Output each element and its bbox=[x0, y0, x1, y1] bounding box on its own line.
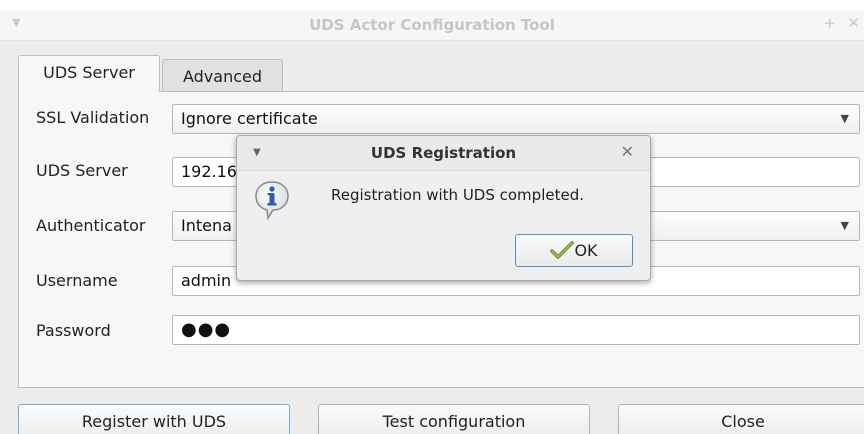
uds-server-label: UDS Server bbox=[36, 161, 128, 180]
password-label: Password bbox=[36, 321, 111, 340]
ssl-validation-label: SSL Validation bbox=[36, 108, 150, 127]
dialog-close-icon[interactable]: ✕ bbox=[621, 142, 634, 161]
close-button[interactable]: Close bbox=[618, 404, 864, 434]
test-configuration-button[interactable]: Test configuration bbox=[318, 404, 590, 434]
username-label: Username bbox=[36, 271, 118, 290]
ssl-validation-value: Ignore certificate bbox=[181, 109, 318, 128]
registration-dialog: ▼ UDS Registration ✕ Registration with U… bbox=[236, 135, 651, 281]
dialog-message: Registration with UDS completed. bbox=[331, 186, 584, 204]
dialog-title-bar: ▼ UDS Registration ✕ bbox=[237, 136, 650, 171]
password-input[interactable]: ●●● bbox=[172, 315, 860, 345]
authenticator-value: Intena bbox=[181, 216, 232, 235]
tab-advanced[interactable]: Advanced bbox=[162, 59, 283, 92]
checkmark-icon bbox=[550, 238, 575, 259]
chevron-down-icon: ▼ bbox=[840, 112, 849, 125]
register-button[interactable]: Register with UDS bbox=[18, 404, 290, 434]
ssl-validation-select[interactable]: Ignore certificate ▼ bbox=[172, 104, 860, 134]
dialog-title: UDS Registration bbox=[370, 144, 517, 162]
title-bar: ▼ UDS Actor Configuration Tool + ✕ bbox=[0, 10, 864, 41]
ok-button[interactable]: OK bbox=[515, 234, 633, 267]
window-title: UDS Actor Configuration Tool bbox=[309, 16, 555, 34]
pin-icon[interactable]: + bbox=[823, 14, 836, 32]
authenticator-label: Authenticator bbox=[36, 216, 146, 235]
password-value: ●●● bbox=[181, 319, 232, 340]
close-window-icon[interactable]: ✕ bbox=[847, 14, 860, 32]
ok-label: OK bbox=[574, 241, 598, 260]
username-value: admin bbox=[181, 271, 232, 290]
uds-server-value: 192.16 bbox=[181, 162, 237, 181]
info-icon bbox=[254, 180, 290, 221]
tab-uds-server[interactable]: UDS Server bbox=[18, 55, 160, 92]
chevron-down-icon: ▼ bbox=[840, 219, 849, 232]
main-window: ▼ UDS Actor Configuration Tool + ✕ UDS S… bbox=[0, 10, 864, 434]
